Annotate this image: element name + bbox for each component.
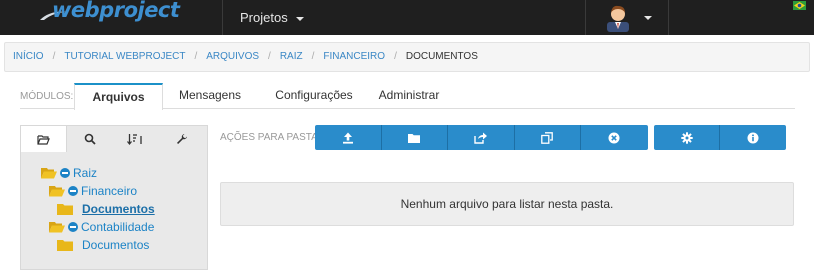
breadcrumb-item-financeiro[interactable]: FINANCEIRO: [323, 51, 385, 62]
tab-configuracoes[interactable]: Configurações: [264, 83, 364, 109]
tab-administrar[interactable]: Administrar: [374, 83, 444, 109]
tree-item-label: Documentos: [82, 202, 155, 216]
delete-button[interactable]: [581, 125, 648, 150]
folder-open-icon: [49, 222, 65, 233]
share-icon: [474, 132, 488, 144]
tree-item-contabilidade[interactable]: Contabilidade: [49, 218, 154, 236]
tree-toolbar: [21, 126, 207, 152]
tab-arquivos[interactable]: Arquivos: [74, 83, 163, 110]
breadcrumb-item-tutorial[interactable]: TUTORIAL WEBPROJECT: [64, 51, 185, 62]
folder-open-icon: [49, 186, 65, 197]
folder-tree: Raiz Financeiro Documentos Contabilidade…: [21, 152, 207, 269]
tab-mensagens[interactable]: Mensagens: [170, 83, 250, 109]
folder-actions-group: [315, 125, 648, 150]
navbar-divider: [222, 0, 223, 35]
info-icon: [747, 132, 759, 143]
upload-icon: [342, 132, 353, 144]
folder-icon: [57, 204, 73, 215]
breadcrumb-separator: /: [52, 51, 56, 62]
brazil-flag-icon[interactable]: [793, 1, 806, 10]
navbar-divider: [585, 0, 586, 35]
wrench-icon: [177, 134, 187, 144]
breadcrumb-item-arquivos[interactable]: ARQUIVOS: [206, 51, 259, 62]
breadcrumb: INÍCIO / TUTORIAL WEBPROJECT / ARQUIVOS / RAIZ…: [4, 42, 810, 72]
projects-label: Projetos: [240, 10, 288, 25]
breadcrumb-item-raiz[interactable]: RAIZ: [280, 51, 303, 62]
tree-tab-tools[interactable]: [159, 126, 205, 152]
tree-tab-search[interactable]: [67, 126, 113, 152]
tree-item-label: Contabilidade: [81, 220, 155, 234]
chevron-down-icon: [295, 16, 304, 21]
copy-icon: [541, 131, 554, 144]
collapse-icon[interactable]: [60, 168, 70, 178]
info-button[interactable]: [720, 125, 786, 150]
settings-button[interactable]: [654, 125, 720, 150]
gear-icon: [680, 131, 693, 144]
folder-open-icon: [37, 134, 50, 145]
folder-tree-panel: Raiz Financeiro Documentos Contabilidade…: [20, 125, 208, 270]
chevron-down-icon: [644, 16, 652, 20]
tree-item-label: Financeiro: [81, 184, 138, 198]
top-navbar: webproject Projetos: [0, 0, 814, 35]
folder-icon: [57, 240, 73, 251]
tree-item-label: Raiz: [73, 166, 98, 180]
user-menu[interactable]: [595, 0, 665, 35]
breadcrumb-separator: /: [268, 51, 271, 62]
empty-message-text: Nenhum arquivo para listar nesta pasta.: [400, 197, 614, 211]
tree-item-financeiro[interactable]: Financeiro: [49, 182, 137, 200]
folder-actions-label: AÇÕES PARA PASTA:: [220, 132, 321, 143]
collapse-icon[interactable]: [68, 186, 78, 196]
folder-settings-group: [654, 125, 786, 150]
tree-item-documentos-contabilidade[interactable]: Documentos: [57, 236, 149, 254]
tree-item-label: Documentos: [82, 238, 150, 252]
modules-label: MÓDULOS:: [20, 91, 74, 102]
upload-button[interactable]: [315, 125, 382, 150]
tree-item-documentos-financeiro[interactable]: Documentos: [57, 200, 155, 218]
projects-dropdown[interactable]: Projetos: [240, 0, 304, 35]
new-folder-button[interactable]: [381, 125, 448, 150]
avatar: [607, 5, 629, 32]
logo-text: webproject: [52, 0, 180, 22]
empty-folder-message: Nenhum arquivo para listar nesta pasta.: [220, 182, 794, 226]
share-button[interactable]: [448, 125, 515, 150]
breadcrumb-separator: /: [311, 51, 315, 62]
copy-button[interactable]: [514, 125, 581, 150]
navbar-divider: [668, 0, 669, 35]
sort-icon: [127, 134, 142, 145]
tree-tab-sort[interactable]: [113, 126, 159, 152]
breadcrumb-item-inicio[interactable]: INÍCIO: [13, 51, 44, 62]
breadcrumb-separator: /: [194, 51, 198, 62]
delete-icon: [608, 132, 620, 143]
folder-open-icon: [41, 168, 57, 179]
breadcrumb-separator: /: [394, 51, 397, 62]
tree-item-raiz[interactable]: Raiz: [41, 164, 97, 182]
tree-tab-folders[interactable]: [21, 126, 67, 152]
webproject-logo[interactable]: webproject: [38, 0, 180, 30]
breadcrumb-item-documentos: DOCUMENTOS: [405, 51, 478, 62]
new-folder-icon: [408, 133, 421, 143]
collapse-icon[interactable]: [68, 222, 78, 232]
search-icon: [84, 133, 96, 145]
